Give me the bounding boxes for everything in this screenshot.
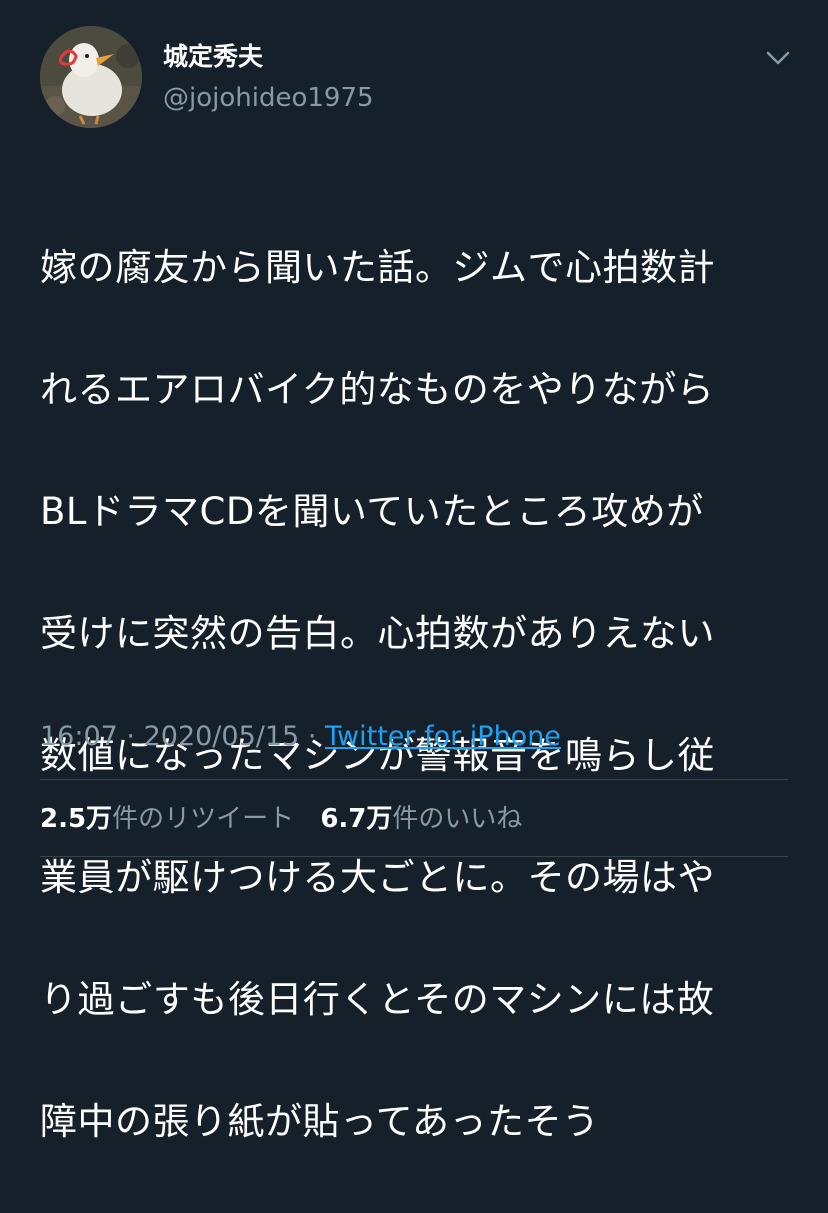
tweet-text: 嫁の腐友から聞いた話。ジムで心拍数計 れるエアロバイク的なものをやりながら BL… [40, 176, 800, 1213]
divider [40, 779, 788, 780]
tweet-time[interactable]: 16:07 [40, 721, 118, 752]
tweet-text-line: 受けに突然の告白。心拍数がありえない [40, 612, 715, 655]
likes-number: 6.7万 [320, 804, 393, 834]
tweet-stats: 2.5万件のリツイート 6.7万件のいいね [40, 800, 522, 838]
tweet-meta: 16:07 · 2020/05/15 · Twitter for iPhone [40, 718, 561, 756]
tweet-date[interactable]: 2020/05/15 [144, 721, 300, 752]
likes-label: 件のいいね [392, 804, 523, 834]
meta-separator: · [307, 721, 317, 752]
chevron-down-icon [766, 51, 790, 65]
retweets-number: 2.5万 [40, 804, 113, 834]
likes-count-link[interactable]: 6.7万件のいいね [320, 800, 522, 838]
avatar-duck-image [40, 26, 142, 128]
tweet-text-line: 障中の張り紙が貼ってあったそう [40, 1100, 600, 1143]
tweet-source-link[interactable]: Twitter for iPhone [325, 721, 561, 752]
tweet-text-line: 嫁の腐友から聞いた話。ジムで心拍数計 [40, 246, 715, 289]
author-handle[interactable]: @jojohideo1975 [163, 81, 374, 115]
retweets-count-link[interactable]: 2.5万件のリツイート [40, 800, 294, 838]
retweets-label: 件のリツイート [112, 804, 295, 834]
tweet-text-line: り過ごすも後日行くとそのマシンには故 [40, 978, 715, 1021]
meta-separator: · [126, 721, 135, 752]
divider [40, 856, 788, 857]
avatar[interactable] [40, 26, 142, 128]
author-display-name[interactable]: 城定秀夫 [163, 40, 263, 74]
more-options-button[interactable] [760, 40, 796, 76]
tweet-text-line: BLドラマCDを聞いていたところ攻めが [40, 490, 704, 533]
tweet-text-line: れるエアロバイク的なものをやりながら [40, 368, 715, 411]
